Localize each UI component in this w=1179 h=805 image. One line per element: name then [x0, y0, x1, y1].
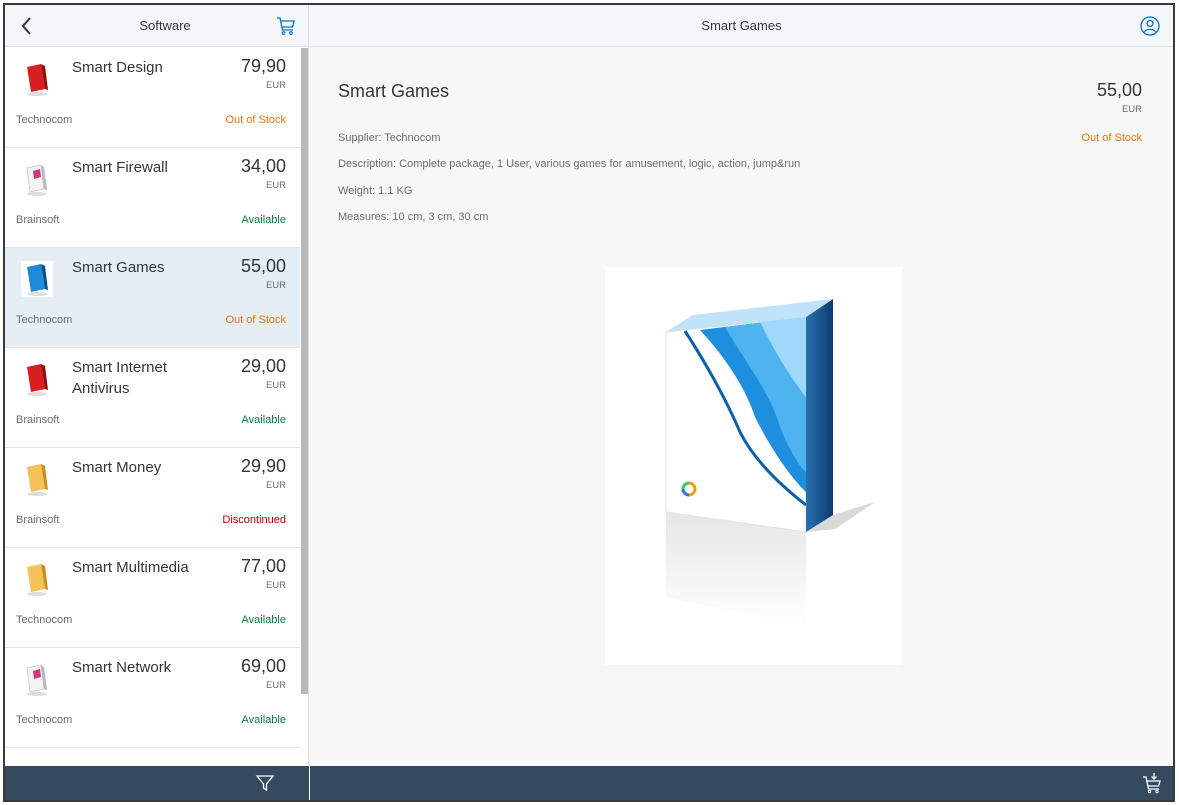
product-currency: EUR: [265, 480, 286, 491]
add-to-cart-button[interactable]: [1141, 772, 1163, 794]
object-currency: EUR: [1121, 104, 1142, 115]
product-supplier: Technocom: [16, 714, 73, 726]
product-supplier: Technocom: [16, 614, 73, 626]
list-item[interactable]: Smart Firewall 34,00 EUR Brainsoft Avail…: [5, 148, 300, 248]
product-supplier: Brainsoft: [16, 514, 60, 526]
product-supplier: Brainsoft: [16, 414, 60, 426]
product-currency: EUR: [265, 580, 286, 591]
master-pane: Software Smart Design 79,90 EUR Technoco…: [5, 5, 309, 800]
status-badge: Available: [241, 214, 286, 226]
product-currency: EUR: [265, 80, 286, 91]
red-box-icon: [27, 64, 48, 96]
status-badge: Out of Stock: [225, 114, 286, 126]
master-header: Software: [5, 5, 308, 47]
object-price: 55,00: [1096, 80, 1142, 100]
detail-pane: Smart Games Smart Games 55,00 EUR Out of…: [310, 5, 1173, 800]
list-item[interactable]: Smart Internet Antivirus 29,00 EUR Brain…: [5, 348, 300, 448]
product-price: 29,90: [240, 456, 286, 476]
cart-button[interactable]: [275, 15, 297, 37]
list-item[interactable]: Smart Network 69,00 EUR Technocom Availa…: [5, 648, 300, 748]
product-name: Smart Multimedia: [72, 559, 189, 576]
product-price: 55,00: [240, 256, 286, 276]
yellow-box-icon: [27, 464, 48, 496]
pink-box-icon: [26, 164, 47, 196]
software-box-image: [665, 299, 875, 627]
detail-header-title: Smart Games: [701, 18, 782, 33]
red-box-icon: [27, 364, 48, 396]
product-name: Smart Design: [72, 59, 163, 76]
status-badge: Out of Stock: [225, 314, 286, 326]
product-list: Smart Design 79,90 EUR Technocom Out of …: [5, 48, 300, 766]
description-attribute: Description: Complete package, 1 User, v…: [338, 158, 801, 170]
product-currency: EUR: [265, 180, 286, 191]
product-name: Smart Internet Antivirus: [72, 359, 168, 397]
yellow-box-icon: [27, 564, 48, 596]
master-footer: [5, 766, 309, 800]
blue-box-icon: [21, 261, 53, 297]
product-currency: EUR: [265, 380, 286, 391]
pink-box-icon: [26, 664, 47, 696]
add-to-cart-icon: [1143, 773, 1161, 794]
list-item[interactable]: Smart Money 29,90 EUR Brainsoft Disconti…: [5, 448, 300, 548]
cart-icon: [277, 17, 295, 35]
product-price: 79,90: [240, 56, 286, 76]
product-image: [605, 267, 902, 665]
detail-footer: [310, 766, 1173, 800]
object-title: Smart Games: [338, 81, 450, 101]
product-name: Smart Games: [72, 259, 165, 276]
product-price: 29,00: [240, 356, 286, 376]
detail-header: Smart Games: [310, 5, 1173, 47]
product-currency: EUR: [265, 680, 286, 691]
list-scrollbar[interactable]: [301, 48, 308, 694]
status-badge: Discontinued: [222, 514, 286, 526]
product-name: Smart Network: [72, 659, 172, 676]
product-currency: EUR: [265, 280, 286, 291]
product-price: 69,00: [240, 656, 286, 676]
product-supplier: Technocom: [16, 114, 73, 126]
list-item[interactable]: Smart Games 55,00 EUR Technocom Out of S…: [5, 248, 300, 348]
product-supplier: Brainsoft: [16, 214, 60, 226]
product-name: Smart Firewall: [72, 159, 168, 176]
back-button[interactable]: [15, 14, 39, 38]
status-badge: Available: [241, 414, 286, 426]
object-status: Out of Stock: [1081, 132, 1142, 144]
filter-button[interactable]: [255, 773, 275, 793]
weight-attribute: Weight: 1.1 KG: [338, 185, 413, 197]
list-item[interactable]: Smart Design 79,90 EUR Technocom Out of …: [5, 48, 300, 148]
product-price: 34,00: [240, 156, 286, 176]
chevron-left-icon: [21, 17, 31, 35]
app-window: Software Smart Design 79,90 EUR Technoco…: [3, 3, 1175, 802]
supplier-attribute: Supplier: Technocom: [338, 132, 441, 144]
status-badge: Available: [241, 614, 286, 626]
master-title: Software: [139, 18, 191, 33]
user-button[interactable]: [1139, 15, 1161, 37]
filter-icon: [255, 775, 275, 792]
user-icon: [1140, 16, 1160, 36]
product-name: Smart Money: [72, 459, 162, 476]
status-badge: Available: [241, 714, 286, 726]
measures-attribute: Measures: 10 cm, 3 cm, 30 cm: [338, 211, 489, 223]
product-supplier: Technocom: [16, 314, 73, 326]
product-price: 77,00: [240, 556, 286, 576]
list-item[interactable]: Smart Multimedia 77,00 EUR Technocom Ava…: [5, 548, 300, 648]
